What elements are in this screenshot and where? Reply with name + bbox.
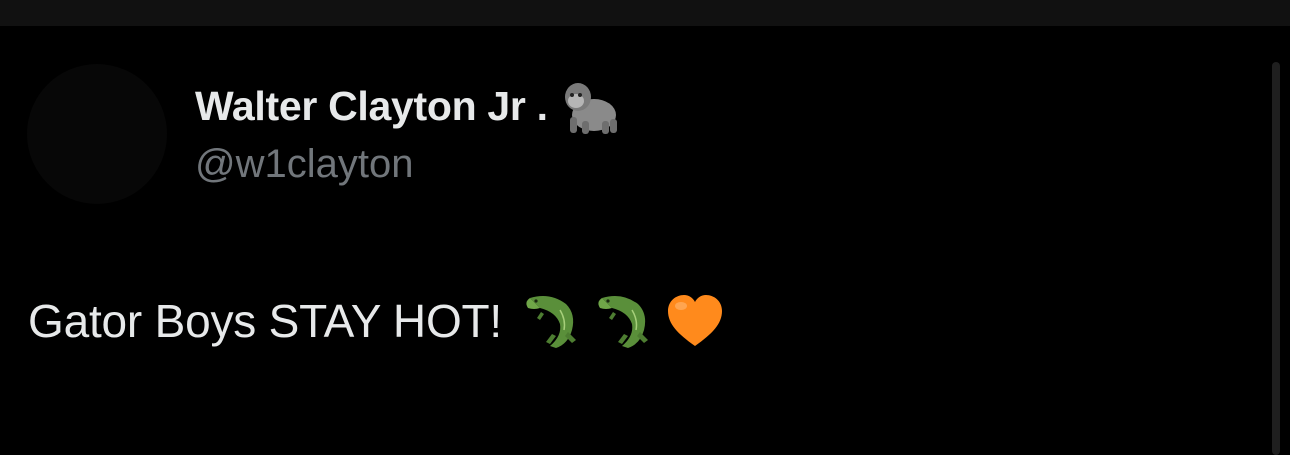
crocodile-icon [592, 290, 654, 352]
tweet-card: Walter Clayton Jr . @w1clayton Gator Boy… [0, 26, 1290, 455]
top-bar [0, 0, 1290, 26]
crocodile-icon [520, 290, 582, 352]
gorilla-icon [558, 77, 622, 135]
scrollbar[interactable] [1272, 62, 1280, 455]
avatar[interactable] [27, 64, 167, 204]
tweet-text: Gator Boys STAY HOT! [28, 295, 503, 347]
tweet-body: Gator Boys STAY HOT! [28, 286, 726, 356]
author-name-row: Walter Clayton Jr . [195, 76, 622, 136]
display-name[interactable]: Walter Clayton Jr . [195, 83, 548, 130]
orange-heart-icon [664, 290, 726, 352]
author-handle[interactable]: @w1clayton [195, 142, 413, 187]
